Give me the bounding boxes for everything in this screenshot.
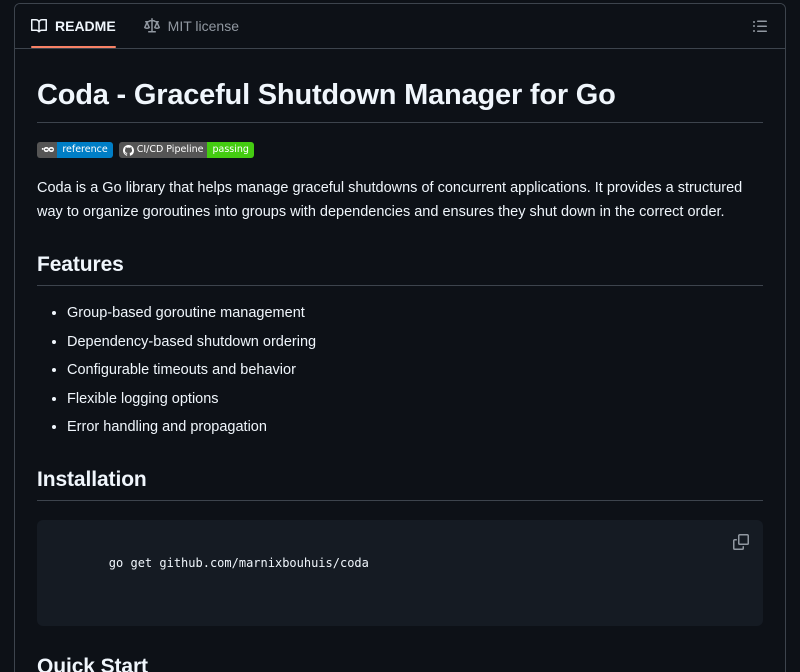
tab-readme-label: README	[55, 17, 116, 34]
section-heading-features: Features	[37, 253, 124, 277]
section-heading-quick-start: Quick Start	[37, 655, 148, 672]
install-code-text: go get github.com/marnixbouhuis/coda	[108, 556, 369, 571]
badge-go-reference[interactable]: ∙ᴑᴑ reference	[37, 142, 113, 159]
file-tabs-bar: README MIT license	[15, 4, 785, 49]
badge-go-left: ∙ᴑᴑ	[37, 142, 58, 159]
tab-license-label: MIT license	[167, 17, 239, 34]
law-icon	[143, 17, 160, 34]
title-divider	[37, 122, 763, 124]
features-divider	[37, 285, 763, 287]
book-icon	[31, 18, 47, 34]
badge-ci-cd-pipeline[interactable]: CI/CD Pipeline passing	[118, 142, 254, 159]
go-gopher-icon: ∙ᴑᴑ	[41, 145, 54, 156]
features-list: Group-based goroutine management Depende…	[37, 302, 763, 438]
copy-icon[interactable]	[727, 528, 755, 556]
badge-ci-left-label: CI/CD Pipeline	[136, 144, 204, 156]
readme-content: Coda - Graceful Shutdown Manager for Go …	[15, 49, 785, 672]
installation-divider	[37, 499, 763, 501]
list-item: Flexible logging options	[67, 388, 763, 410]
page-root: README MIT license Coda - Graceful Shutd…	[0, 0, 800, 672]
badge-go-right: reference	[57, 142, 113, 159]
list-item: Group-based goroutine management	[67, 302, 763, 324]
github-mark-icon	[122, 144, 134, 156]
project-description: Coda is a Go library that helps manage g…	[37, 180, 743, 220]
badge-ci-left: CI/CD Pipeline	[118, 142, 208, 159]
readme-panel: README MIT license Coda - Graceful Shutd…	[14, 3, 786, 672]
list-item: Configurable timeouts and behavior	[67, 359, 763, 381]
tab-readme[interactable]: README	[17, 6, 130, 48]
tab-license[interactable]: MIT license	[130, 6, 253, 47]
install-code-block: go get github.com/marnixbouhuis/coda	[37, 519, 763, 627]
badge-list: ∙ᴑᴑ reference CI/CD Pipeline passing	[37, 142, 763, 159]
badge-ci-right: passing	[207, 142, 254, 159]
page-title: Coda - Graceful Shutdown Manager for Go	[37, 79, 616, 111]
section-heading-installation: Installation	[37, 467, 147, 491]
tab-list: README MIT license	[17, 6, 253, 48]
list-unordered-icon[interactable]	[745, 11, 775, 41]
list-item: Error handling and propagation	[67, 416, 763, 438]
list-item: Dependency-based shutdown ordering	[67, 331, 763, 353]
